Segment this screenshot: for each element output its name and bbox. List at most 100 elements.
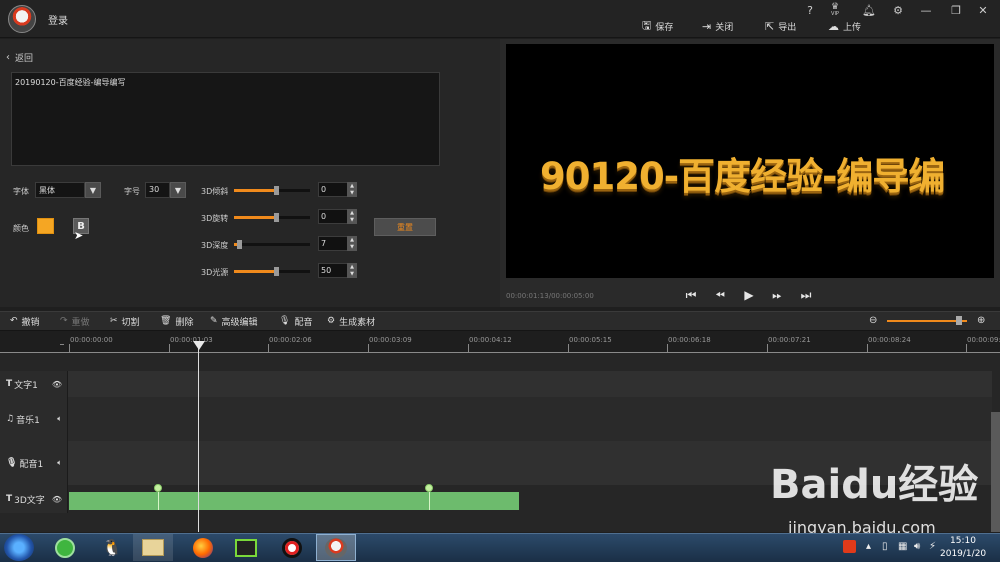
toolbar-microphone-button[interactable]: 🎙︎ 配音 <box>279 314 312 328</box>
param-spinner[interactable]: ▲ ▼ <box>347 209 357 224</box>
param-slider[interactable] <box>234 186 310 195</box>
zoom-out-icon[interactable]: ⊖ <box>869 315 877 326</box>
skip-end-icon[interactable]: ⏭ <box>798 287 814 303</box>
clock-date[interactable]: 2019/1/20 <box>940 549 986 559</box>
param-slider-handle[interactable] <box>274 213 279 222</box>
qq-icon[interactable]: 🐧 <box>92 534 132 561</box>
app-360-icon[interactable] <box>45 534 85 561</box>
playhead[interactable] <box>198 342 199 532</box>
size-dropdown-icon[interactable]: ▼ <box>170 182 186 198</box>
skip-start-icon[interactable]: ⏮ <box>683 287 699 303</box>
play-icon[interactable]: ▶ <box>741 287 757 303</box>
help-icon[interactable]: ? <box>802 3 818 17</box>
spin-up-icon[interactable]: ▲ <box>350 210 354 216</box>
toolbar-undo-button[interactable]: ↶ 撤销 <box>10 314 40 328</box>
back-button[interactable]: ‹ 返回 <box>6 51 33 64</box>
network-icon[interactable]: ▦ <box>898 541 907 552</box>
power-icon[interactable]: ⚡ <box>929 541 936 552</box>
vip-icon[interactable]: ♛ VIP <box>825 1 845 19</box>
speaker-icon[interactable]: 🔈︎ <box>57 458 62 468</box>
step-forward-icon[interactable]: ⏩︎ <box>769 287 785 303</box>
start-button[interactable] <box>4 534 34 561</box>
step-back-icon[interactable]: ⏪︎ <box>712 287 728 303</box>
login-link[interactable]: 登录 <box>48 12 68 27</box>
track-header[interactable]: 🎙︎ 配音1 🔈︎ <box>0 441 68 485</box>
active-editor-app-icon[interactable] <box>316 534 356 561</box>
param-spinner[interactable]: ▲ ▼ <box>347 182 357 197</box>
ruler-tick-label: 00:00:09: <box>967 336 1000 344</box>
video-app-icon[interactable] <box>226 534 266 561</box>
3d-text-clip[interactable] <box>69 492 519 510</box>
spin-up-icon[interactable]: ▲ <box>350 237 354 243</box>
minimize-icon[interactable]: — <box>918 3 934 17</box>
spin-down-icon[interactable]: ▼ <box>350 217 354 223</box>
eye-icon[interactable]: 👁︎ <box>52 380 62 389</box>
size-select[interactable]: 30 <box>145 182 170 198</box>
size-label: 字号 <box>124 187 140 196</box>
upload-button[interactable]: ☁ 上传 <box>828 18 861 34</box>
toolbar-pencil-button[interactable]: ✎ 高级编辑 <box>210 314 258 328</box>
speaker-icon[interactable]: 🔈︎ <box>57 414 62 424</box>
file-explorer-icon[interactable] <box>133 534 173 561</box>
param-slider[interactable] <box>234 213 310 222</box>
device-icon[interactable]: ▯ <box>882 541 888 552</box>
spin-up-icon[interactable]: ▲ <box>350 264 354 270</box>
keyframe-marker[interactable] <box>154 484 162 492</box>
param-slider-handle[interactable] <box>274 186 279 195</box>
text-content-input[interactable]: 20190120-百度经验-编导编写 <box>11 72 440 166</box>
spin-up-icon[interactable]: ▲ <box>350 183 354 189</box>
reset-button[interactable]: 重置 <box>374 218 436 236</box>
zoom-slider-handle[interactable] <box>956 316 962 325</box>
playhead-handle[interactable] <box>193 341 205 350</box>
toolbar-trash-button[interactable]: 🗑︎ 删除 <box>160 314 193 328</box>
volume-icon[interactable]: 🔊︎ <box>914 541 920 552</box>
spin-down-icon[interactable]: ▼ <box>350 190 354 196</box>
toolbar-gear-button[interactable]: ⚙ 生成素材 <box>327 314 375 328</box>
zoom-in-icon[interactable]: ⊕ <box>977 315 985 326</box>
param-spinner[interactable]: ▲ ▼ <box>347 263 357 278</box>
param-value-input[interactable]: 0 <box>318 209 348 224</box>
font-select[interactable]: 黑体 <box>35 182 85 198</box>
track-row[interactable] <box>68 371 992 397</box>
export-button[interactable]: ⇱ 导出 <box>765 18 796 34</box>
param-slider[interactable] <box>234 240 310 249</box>
track-header[interactable]: ♫ 音乐1 🔈︎ <box>0 397 68 441</box>
track-header[interactable]: T 文字1 👁︎ <box>0 371 68 397</box>
toolbar-scissors-button[interactable]: ✂ 切割 <box>110 314 140 328</box>
param-value-input[interactable]: 7 <box>318 236 348 251</box>
spin-down-icon[interactable]: ▼ <box>350 244 354 250</box>
back-label: 返回 <box>15 54 34 64</box>
eye-icon[interactable]: 👁︎ <box>52 495 62 504</box>
bell-icon[interactable]: 🔔︎ <box>861 3 877 17</box>
save-button[interactable]: 🖫 保存 <box>642 18 673 34</box>
font-dropdown-icon[interactable]: ▼ <box>85 182 101 198</box>
ruler-tick-label: 00:00:02:06 <box>269 336 312 344</box>
track-row[interactable] <box>68 397 992 441</box>
screen-recorder-icon[interactable] <box>272 534 312 561</box>
toolbar-redo-button[interactable]: ↷ 重做 <box>60 314 90 328</box>
gear-icon[interactable]: ⚙ <box>890 3 906 17</box>
param-slider[interactable] <box>234 267 310 276</box>
text-icon: T <box>6 494 13 504</box>
clock-time[interactable]: 15:10 <box>950 536 976 546</box>
restore-icon[interactable]: ❐ <box>948 3 964 17</box>
firefox-icon[interactable] <box>183 534 223 561</box>
keyframe-marker[interactable] <box>425 484 433 492</box>
ruler-tick <box>468 344 469 352</box>
param-slider-handle[interactable] <box>274 267 279 276</box>
ruler-tick-label: 00:00:03:09 <box>369 336 412 344</box>
param-slider-handle[interactable] <box>237 240 242 249</box>
close-project-button[interactable]: ⇥ 关闭 <box>702 18 733 34</box>
param-spinner[interactable]: ▲ ▼ <box>347 236 357 251</box>
spin-down-icon[interactable]: ▼ <box>350 271 354 277</box>
close-icon[interactable]: ✕ <box>975 3 991 17</box>
track-header[interactable]: T 3D文字 👁︎ <box>0 485 68 513</box>
param-value-input[interactable]: 0 <box>318 182 348 197</box>
param-value-input[interactable]: 50 <box>318 263 348 278</box>
sogou-input-icon[interactable] <box>843 540 856 553</box>
zoom-slider[interactable] <box>887 320 967 322</box>
tray-expand-icon[interactable]: ▴ <box>866 541 871 552</box>
vertical-scrollbar[interactable] <box>991 412 1000 532</box>
color-swatch[interactable] <box>37 218 54 234</box>
redo-icon: ↷ <box>60 316 68 326</box>
